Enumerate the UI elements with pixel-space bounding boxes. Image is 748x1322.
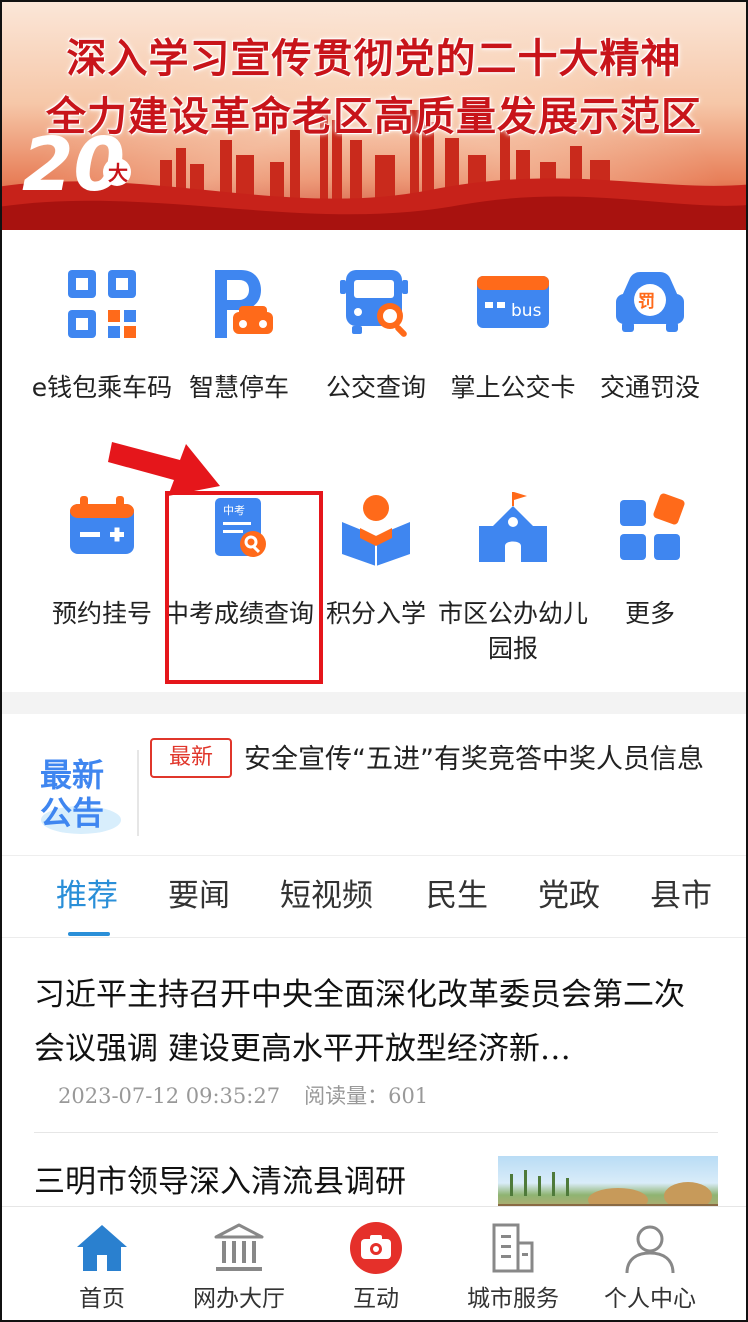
nav-label: 网办大厅	[193, 1286, 285, 1312]
nav-government-hall[interactable]: 网办大厅	[164, 1207, 314, 1322]
service-bus-card[interactable]: bus 掌上公交卡	[438, 266, 588, 446]
active-tab-indicator	[68, 932, 110, 936]
service-bus-query[interactable]: 公交查询	[301, 266, 451, 446]
service-label: 更多	[624, 599, 675, 628]
nav-label: 个人中心	[604, 1286, 696, 1312]
bottom-navigation: 首页 网办大厅 互动 城市服务 个人中心	[0, 1206, 748, 1322]
qr-code-icon	[68, 270, 136, 338]
service-label: e钱包乘车码	[31, 373, 173, 402]
news-divider	[34, 1132, 718, 1133]
nav-city-services[interactable]: 城市服务	[438, 1207, 588, 1322]
service-ewallet-bus-code[interactable]: e钱包乘车码	[27, 266, 177, 446]
latest-tag: 最新	[150, 738, 232, 778]
service-label: 预约挂号	[51, 599, 152, 628]
bus-card-icon: bus	[477, 276, 549, 328]
service-label: 公交查询	[325, 373, 426, 402]
svg-text:罚: 罚	[638, 292, 655, 312]
banner-headline-2: 全力建设革命老区高质量发展示范区	[46, 93, 702, 140]
tab-recommend[interactable]: 推荐	[56, 874, 118, 918]
tab-livelihood[interactable]: 民生	[426, 874, 488, 918]
user-icon	[625, 1225, 675, 1274]
traffic-fine-icon: 罚	[616, 272, 684, 332]
latest-notice-logo-icon: 最新 公告	[40, 756, 121, 834]
city-building-icon	[492, 1223, 534, 1273]
svg-text:公告: 公告	[40, 794, 104, 832]
news-read-count: 阅读量：601	[304, 1084, 429, 1108]
parking-car-icon	[215, 270, 273, 338]
tab-counties[interactable]: 县市	[650, 874, 712, 918]
nav-label: 首页	[79, 1286, 125, 1312]
nav-label: 城市服务	[467, 1286, 559, 1312]
bus-search-icon	[340, 270, 408, 337]
service-label: 积分入学	[325, 599, 426, 628]
service-points-enrollment[interactable]: 积分入学	[301, 492, 451, 672]
news-tabs: 推荐 要闻 短视频 民生 党政 县市	[0, 856, 748, 938]
nav-personal-center[interactable]: 个人中心	[575, 1207, 725, 1322]
home-icon	[77, 1225, 127, 1271]
service-more[interactable]: 更多	[575, 492, 725, 672]
svg-text:最新: 最新	[40, 756, 104, 794]
nav-home[interactable]: 首页	[27, 1207, 177, 1322]
news-date: 2023-07-12 09:35:27	[58, 1084, 281, 1108]
service-traffic-fine[interactable]: 罚 交通罚没	[575, 266, 725, 446]
tab-party-government[interactable]: 党政	[538, 874, 600, 918]
government-hall-icon	[214, 1223, 264, 1271]
section-separator	[0, 692, 748, 714]
reading-student-icon	[342, 495, 410, 566]
top-banner[interactable]: 20 大 深入学习宣传贯彻党的二十大精神 全力建设革命老区高质量发展示范区	[0, 0, 748, 230]
notice-bar[interactable]: 最新 公告 最新 安全宣传“五进”有奖竞答中奖人员信息	[0, 714, 748, 856]
news-meta: 2023-07-12 09:35:27 阅读量：601	[58, 1080, 428, 1110]
highlight-box	[165, 491, 323, 684]
service-kindergarten-enrollment[interactable]: 市区公办幼儿园报	[438, 492, 588, 672]
service-label: 市区公办幼儿园报	[438, 599, 589, 663]
school-flag-icon	[479, 492, 547, 562]
nav-label: 互动	[353, 1286, 399, 1312]
service-label: 智慧停车	[188, 373, 289, 402]
more-grid-icon	[620, 493, 685, 560]
tab-short-video[interactable]: 短视频	[280, 874, 373, 918]
svg-text:bus: bus	[511, 301, 542, 321]
camera-icon	[350, 1222, 402, 1274]
service-appointment-registration[interactable]: 预约挂号	[27, 492, 177, 672]
notice-text[interactable]: 安全宣传“五进”有奖竞答中奖人员信息	[244, 740, 704, 780]
battery-calendar-icon	[70, 496, 134, 554]
service-smart-parking[interactable]: 智慧停车	[164, 266, 314, 446]
notice-divider	[137, 750, 139, 836]
service-label: 交通罚没	[599, 373, 700, 402]
news-title: 三明市领导深入清流县调研	[34, 1164, 406, 1200]
tab-headlines[interactable]: 要闻	[168, 874, 230, 918]
red-arrow-icon	[108, 442, 220, 496]
svg-text:大: 大	[108, 161, 128, 185]
service-label: 掌上公交卡	[450, 373, 576, 402]
banner-headline-1: 深入学习宣传贯彻党的二十大精神	[66, 35, 682, 82]
news-item[interactable]: 习近平主持召开中央全面深化改革委员会第二次会议强调 建设更高水平开放型经济新… …	[0, 938, 748, 1134]
news-title: 习近平主持召开中央全面深化改革委员会第二次会议强调 建设更高水平开放型经济新…	[34, 977, 685, 1067]
nav-interaction[interactable]: 互动	[301, 1207, 451, 1322]
